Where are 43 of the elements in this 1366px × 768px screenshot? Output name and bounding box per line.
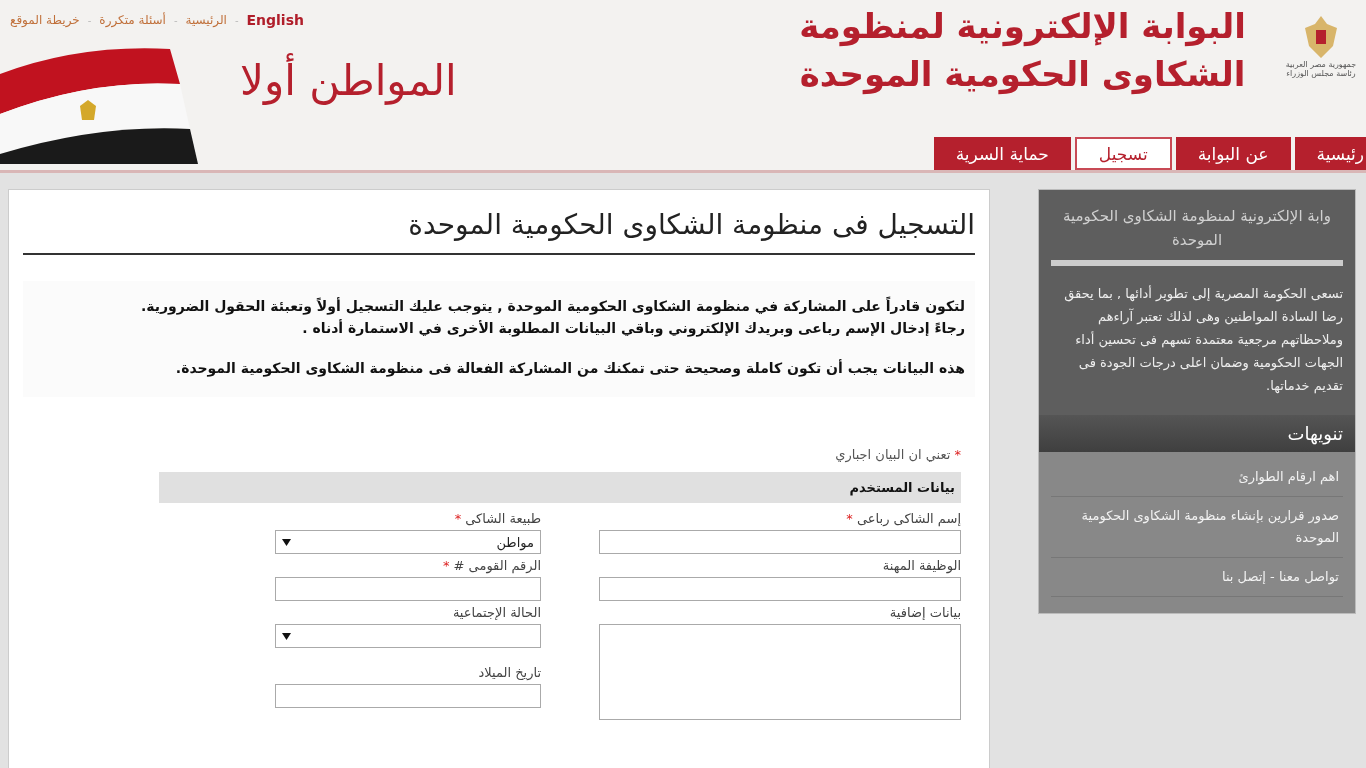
notices-heading: تنويهات xyxy=(1039,415,1355,452)
field-label: طبيعة الشاكى * xyxy=(453,511,541,526)
dropdown-arrow-icon xyxy=(282,538,291,546)
sidebar-title: وابة الإلكترونية لمنظومة الشكاوى الحكومية الموحدة xyxy=(1062,206,1332,251)
intro-text: لتكون قادراً على المشاركة في منظومة الشكاوى الحكومية الموحدة , يتوجب عليك التسجيل أولاً وتعبئة الحقول الضرورية. xyxy=(139,295,965,317)
separator: - xyxy=(87,14,92,26)
emblem-caption: جمهورية مصر العربية xyxy=(1285,60,1357,69)
intro-text: رجاءً إدخال الإسم رباعى وبريدك الإلكتروني وباقي البيانات المطلوبة الأخرى في الاستمارة أدناه . xyxy=(301,318,965,339)
top-link[interactable]: خريطة الموقع xyxy=(10,13,80,27)
field-label: إسم الشاكى رباعى * xyxy=(845,511,961,526)
separator: - xyxy=(173,14,178,26)
intro-text: هذه البيانات يجب أن تكون كاملة وصحيحة حتى تمكنك من المشاركة الفعالة فى منظومة الشكاوى الحكومية الموحدة. xyxy=(174,358,965,379)
top-link[interactable]: أسئلة متكررة xyxy=(99,13,166,27)
field-label: تاريخ الميلاد xyxy=(477,664,541,680)
site-title: الشكاوى الحكومية الموحدة xyxy=(799,53,1246,97)
top-link[interactable]: English xyxy=(246,12,304,28)
input-field[interactable] xyxy=(599,530,961,554)
sidebar-text: تسعى الحكومة المصرية إلى تطوير أدائها , بما يحقق رضا السادة المواطنين وهى لذلك تعتبر آراءهم وملاحظاتهم مرجعية معتمدة تسهم فى تحسين أداء الجهات الحكومية وضمان اعلى درجات الجودة فى تقديم خدماتها. xyxy=(1063,284,1343,396)
section-heading: بيانات المستخدم xyxy=(159,472,961,503)
dropdown[interactable]: مواطن xyxy=(275,530,541,554)
nav-tab[interactable]: حماية السرية xyxy=(933,137,1071,170)
notice-link[interactable]: صدور قرارين بإنشاء منظومة الشكاوى الحكومية الموحدة xyxy=(1051,497,1343,558)
separator: - xyxy=(234,14,239,26)
top-link[interactable]: الرئيسية xyxy=(185,13,227,27)
input-field[interactable] xyxy=(275,577,541,601)
input-field[interactable] xyxy=(275,683,541,708)
notice-link[interactable]: اهم ارقام الطوارئ xyxy=(1051,458,1343,497)
page-title: التسجيل فى منظومة الشكاوى الحكومية الموحدة xyxy=(23,208,975,255)
emblem-caption: رئاسة مجلس الوزراء xyxy=(1286,69,1356,78)
field-label: بيانات إضافية xyxy=(888,605,961,620)
notice-link[interactable]: تواصل معنا - إتصل بنا xyxy=(1051,558,1343,597)
text-area[interactable] xyxy=(599,624,961,720)
site-title: البوابة الإلكترونية لمنظومة xyxy=(799,5,1246,49)
dropdown-arrow-icon xyxy=(282,632,291,640)
input-field[interactable] xyxy=(599,577,961,601)
nav-tab[interactable]: تسجيل xyxy=(1074,137,1172,170)
required-note: * تعني ان البيان اجباري xyxy=(834,447,961,462)
dropdown[interactable] xyxy=(275,624,541,648)
nav-tab[interactable]: عن البوابة xyxy=(1175,137,1291,170)
field-label: الرقم القومى # * xyxy=(441,558,541,573)
field-label: الحالة الإجتماعية xyxy=(451,605,541,620)
nav-tab[interactable]: رئيسية xyxy=(1294,137,1366,170)
field-label: الوظيفة المهنة xyxy=(881,558,961,573)
